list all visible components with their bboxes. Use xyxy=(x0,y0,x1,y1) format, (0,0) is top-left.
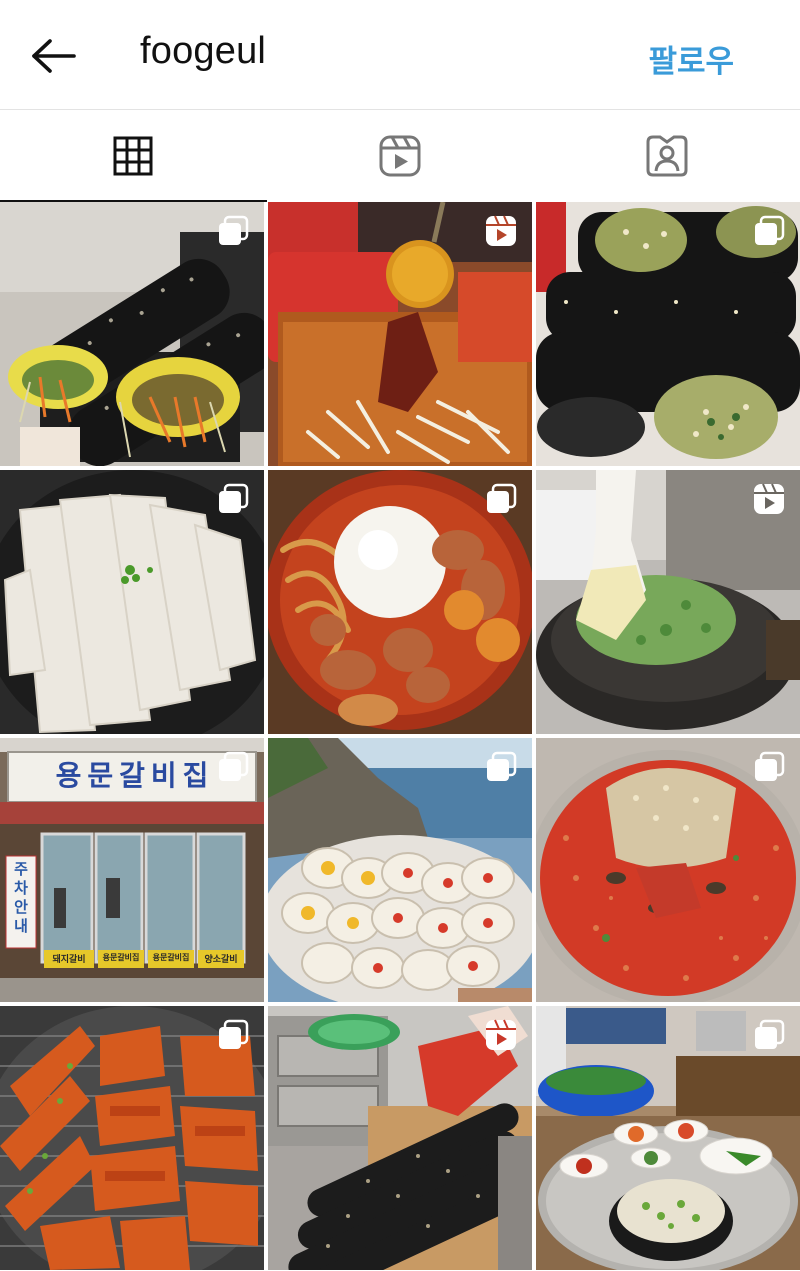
post-tile[interactable] xyxy=(268,738,532,1002)
storefront-sign: 용문갈비집 xyxy=(55,759,215,792)
post-tile[interactable]: 용문갈비집 주차 안내 돼지갈비 용문갈비집 용문갈비집 양소갈비 xyxy=(0,738,264,1002)
post-tile[interactable] xyxy=(536,738,800,1002)
profile-tabs xyxy=(0,110,800,202)
reel-icon xyxy=(486,1019,516,1050)
post-tile[interactable] xyxy=(268,202,532,466)
post-tile[interactable] xyxy=(0,202,264,466)
posts-grid: 용문갈비집 주차 안내 돼지갈비 용문갈비집 용문갈비집 양소갈비 xyxy=(0,202,800,1271)
multiple-posts-icon xyxy=(219,751,249,781)
follow-button[interactable]: 팔로우 xyxy=(648,36,734,81)
multiple-posts-icon xyxy=(219,483,249,513)
multiple-posts-icon xyxy=(755,751,785,781)
post-tile[interactable] xyxy=(268,1006,532,1270)
banner-restaurant-2: 용문갈비집 xyxy=(152,953,190,962)
parking-sign: 주차 안내 xyxy=(14,860,28,935)
tab-tagged[interactable] xyxy=(533,110,800,202)
post-tile[interactable] xyxy=(536,202,800,466)
multiple-posts-icon xyxy=(219,1019,249,1049)
post-tile[interactable] xyxy=(0,470,264,734)
multiple-posts-icon xyxy=(219,215,249,245)
post-tile[interactable] xyxy=(0,1006,264,1270)
tab-reels[interactable] xyxy=(267,110,534,202)
multiple-posts-icon xyxy=(487,483,517,513)
reel-icon xyxy=(754,483,784,514)
banner-beef-ribs: 양소갈비 xyxy=(204,955,238,965)
reels-icon xyxy=(379,135,421,177)
banner-pork-ribs: 돼지갈비 xyxy=(52,955,86,965)
arrow-left-icon xyxy=(32,39,76,73)
banner-restaurant-1: 용문갈비집 xyxy=(102,953,140,962)
reel-icon xyxy=(486,215,516,246)
grid-icon xyxy=(113,136,153,176)
multiple-posts-icon xyxy=(755,1019,785,1049)
post-tile[interactable] xyxy=(536,1006,800,1270)
tab-posts-grid[interactable] xyxy=(0,110,267,202)
tagged-person-icon xyxy=(646,135,688,177)
multiple-posts-icon xyxy=(755,215,785,245)
back-button[interactable] xyxy=(28,34,80,78)
multiple-posts-icon xyxy=(487,751,517,781)
post-tile[interactable] xyxy=(536,470,800,734)
top-bar: foogeul 팔로우 xyxy=(0,0,800,110)
post-tile[interactable] xyxy=(268,470,532,734)
profile-username: foogeul xyxy=(140,30,267,72)
